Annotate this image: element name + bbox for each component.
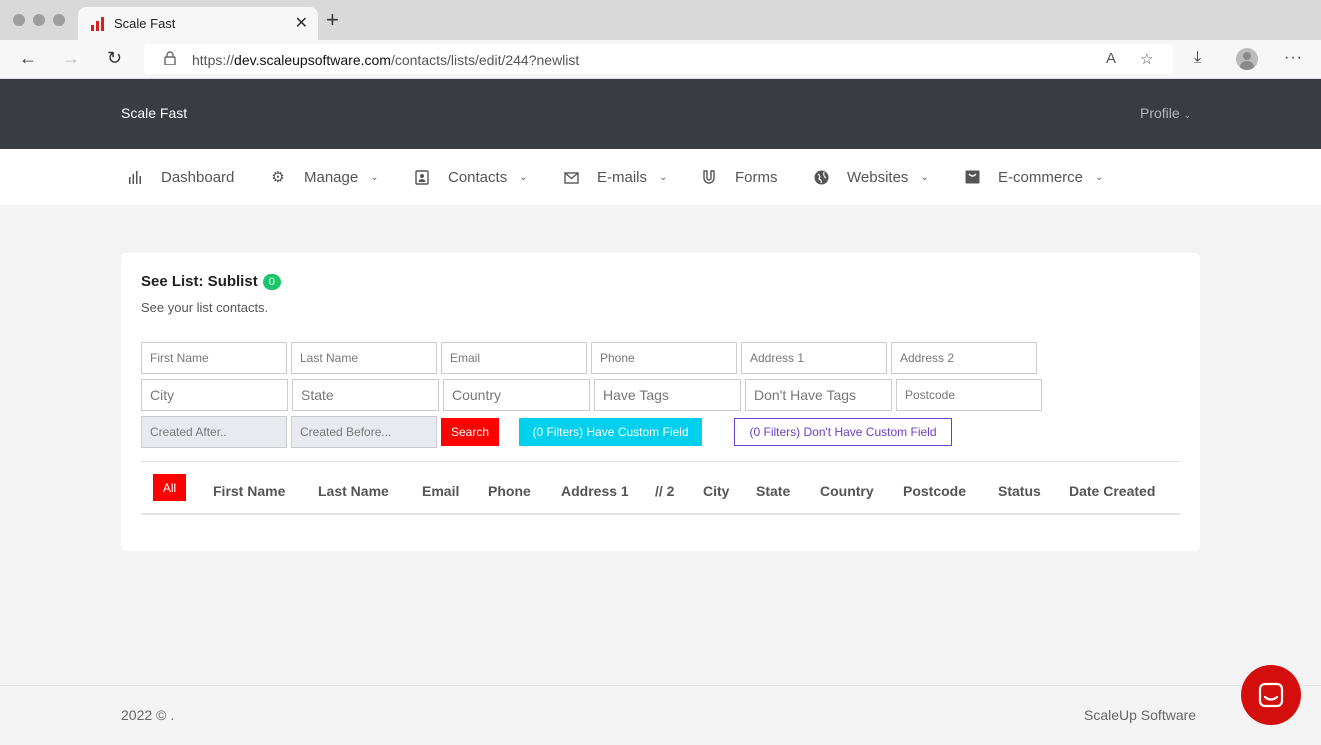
chevron-down-icon: ⌄ (519, 171, 528, 183)
window-zoom-dot[interactable] (53, 14, 65, 26)
column-header-email[interactable]: Email (422, 483, 459, 499)
menu-item-websites[interactable]: Websites ⌄ (813, 149, 929, 205)
tab-close-icon[interactable]: ✕ (295, 13, 308, 33)
window-minimize-dot[interactable] (33, 14, 45, 26)
address2-filter[interactable] (891, 342, 1037, 374)
contact-card-icon (414, 169, 430, 185)
menu-label: Forms (735, 168, 778, 186)
lock-icon (164, 51, 176, 65)
brand-logo-text[interactable]: Scale Fast (121, 105, 187, 121)
dont-have-tags-filter[interactable] (745, 379, 892, 411)
chat-icon (1258, 682, 1284, 708)
country-filter[interactable] (443, 379, 590, 411)
new-tab-icon[interactable]: + (326, 9, 339, 31)
phone-filter[interactable] (591, 342, 737, 374)
downloads-icon[interactable]: ⤓ (1194, 49, 1201, 67)
url-text: https://dev.scaleupsoftware.com/contacts… (192, 52, 580, 68)
favorite-star-icon[interactable]: ☆ (1140, 50, 1153, 68)
menu-label: E-commerce (998, 168, 1084, 186)
column-header-first-name[interactable]: First Name (213, 483, 285, 499)
tab-title: Scale Fast (114, 16, 176, 31)
search-button[interactable]: Search (441, 418, 499, 446)
forward-arrow-icon[interactable]: → (62, 48, 80, 69)
column-header-state[interactable]: State (756, 483, 790, 499)
page-subtitle: See your list contacts. (141, 300, 269, 315)
page-title: See List: Sublist 0 (141, 273, 281, 290)
column-header-postcode[interactable]: Postcode (903, 483, 966, 499)
browser-tabbar: Scale Fast ✕ + (0, 0, 1321, 40)
last-name-filter[interactable] (291, 342, 437, 374)
city-filter[interactable] (141, 379, 288, 411)
envelope-icon (563, 169, 579, 185)
column-header-address1[interactable]: Address 1 (561, 483, 629, 499)
read-aloud-icon[interactable]: A (1106, 50, 1116, 67)
count-badge: 0 (262, 274, 281, 290)
magnet-icon (701, 169, 717, 185)
company-name: ScaleUp Software (1084, 707, 1197, 723)
back-arrow-icon[interactable]: ← (19, 48, 37, 69)
column-header-date-created[interactable]: Date Created (1069, 483, 1155, 499)
app-header: Scale Fast Profile ⌄ (0, 79, 1321, 149)
table-divider (141, 513, 1180, 515)
shopping-icon (964, 169, 980, 185)
column-header-phone[interactable]: Phone (488, 483, 531, 499)
menu-label: E-mails (597, 168, 648, 186)
menu-label: Manage (304, 168, 359, 186)
email-filter[interactable] (441, 342, 587, 374)
select-all-button[interactable]: All (153, 474, 186, 501)
column-header-city[interactable]: City (703, 483, 729, 499)
menu-label: Websites (847, 168, 909, 186)
more-menu-icon[interactable]: ··· (1284, 49, 1303, 67)
menu-label: Contacts (448, 168, 508, 186)
column-header-last-name[interactable]: Last Name (318, 483, 389, 499)
bar-chart-icon (127, 169, 143, 185)
favicon-bar-chart-icon (91, 17, 104, 31)
postcode-filter[interactable] (896, 379, 1042, 411)
menu-item-manage[interactable]: ⚙ Manage ⌄ (270, 149, 379, 205)
chevron-down-icon: ⌄ (370, 171, 379, 183)
created-after-filter[interactable] (141, 416, 287, 448)
footer: 2022 © . ScaleUp Software (0, 685, 1321, 745)
table-divider (141, 461, 1180, 462)
reload-icon[interactable]: ↻ (107, 48, 122, 69)
column-header-address2[interactable]: // 2 (655, 483, 674, 499)
have-custom-field-button[interactable]: (0 Filters) Have Custom Field (519, 418, 702, 446)
first-name-filter[interactable] (141, 342, 287, 374)
url-bar[interactable]: https://dev.scaleupsoftware.com/contacts… (144, 44, 1173, 74)
menu-item-ecommerce[interactable]: E-commerce ⌄ (964, 149, 1103, 205)
address1-filter[interactable] (741, 342, 887, 374)
menu-label: Dashboard (161, 168, 235, 186)
column-header-country[interactable]: Country (820, 483, 874, 499)
main-menu: Dashboard ⚙ Manage ⌄ Contacts ⌄ E-mails … (0, 149, 1321, 205)
column-header-status[interactable]: Status (998, 483, 1041, 499)
dont-have-custom-field-button[interactable]: (0 Filters) Don't Have Custom Field (734, 418, 952, 446)
menu-item-contacts[interactable]: Contacts ⌄ (414, 149, 528, 205)
globe-icon (813, 169, 829, 185)
gear-icon: ⚙ (271, 169, 285, 186)
chevron-down-icon: ⌄ (920, 171, 929, 183)
state-filter[interactable] (292, 379, 439, 411)
profile-menu[interactable]: Profile ⌄ (1140, 105, 1191, 121)
copyright-text: 2022 © . (121, 707, 175, 723)
browser-toolbar: ← → ↻ https://dev.scaleupsoftware.com/co… (0, 40, 1321, 79)
menu-item-emails[interactable]: E-mails ⌄ (563, 149, 667, 205)
browser-tab[interactable]: Scale Fast ✕ (78, 7, 318, 40)
window-close-dot[interactable] (13, 14, 25, 26)
list-card: See List: Sublist 0 See your list contact… (121, 253, 1200, 551)
chat-launcher-button[interactable] (1241, 665, 1301, 725)
created-before-filter[interactable] (291, 416, 437, 448)
have-tags-filter[interactable] (594, 379, 741, 411)
chevron-down-icon: ⌄ (659, 171, 668, 183)
browser-profile-avatar[interactable] (1236, 48, 1258, 70)
chevron-down-icon: ⌄ (1095, 171, 1104, 183)
menu-item-dashboard[interactable]: Dashboard (127, 149, 234, 205)
menu-item-forms[interactable]: Forms (701, 149, 778, 205)
